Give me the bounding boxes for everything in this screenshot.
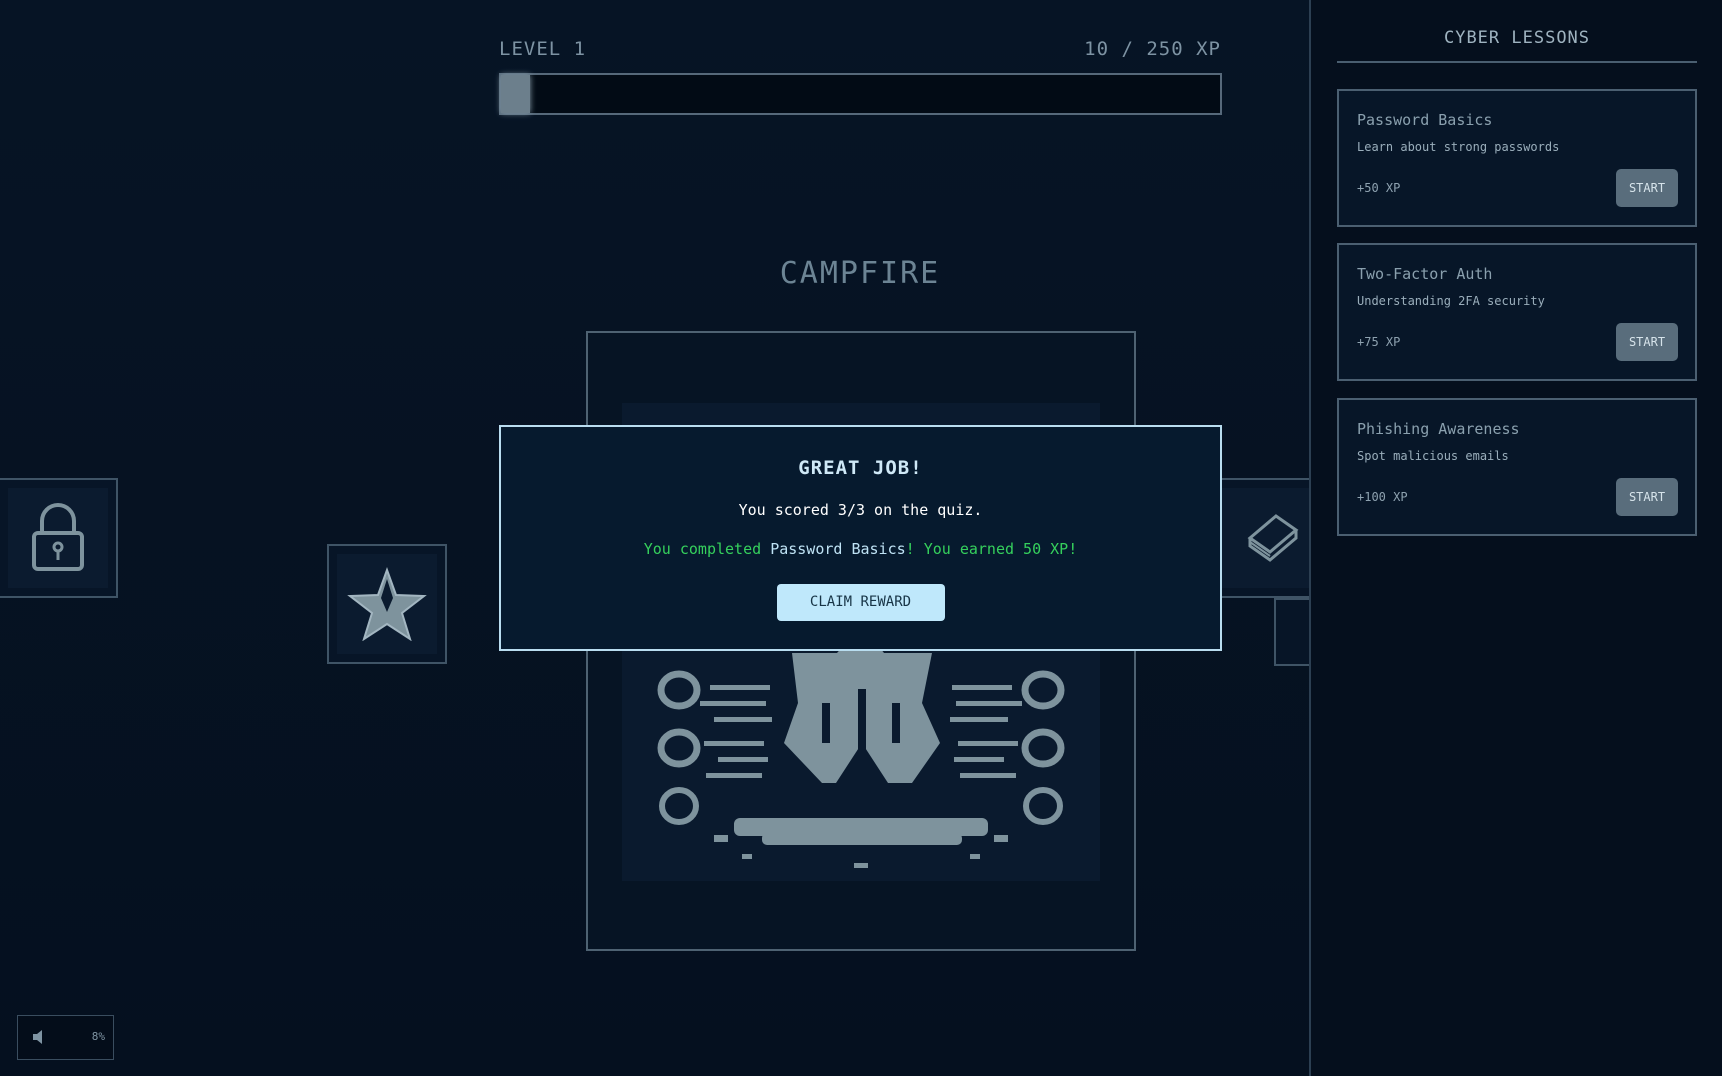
partial-tile[interactable] xyxy=(1274,598,1314,666)
scene-title: CAMPFIRE xyxy=(779,256,941,291)
start-lesson-button[interactable]: START xyxy=(1616,323,1678,361)
completed-lesson-name: Password Basics xyxy=(770,540,906,558)
xp-progress-bar xyxy=(499,73,1222,115)
volume-value: 8% xyxy=(91,1030,105,1043)
lesson-title: Password Basics xyxy=(1357,111,1493,129)
lesson-card-two-factor-auth: Two-Factor Auth Understanding 2FA securi… xyxy=(1337,243,1697,381)
sidebar-divider xyxy=(1337,61,1697,63)
volume-control[interactable]: 8% xyxy=(17,1015,114,1060)
lesson-description: Spot malicious emails xyxy=(1357,449,1509,463)
lesson-xp: +100 XP xyxy=(1357,490,1408,504)
quiz-score-text: You scored 3/3 on the quiz. xyxy=(738,501,983,519)
reward-modal: GREAT JOB! You scored 3/3 on the quiz. Y… xyxy=(499,425,1222,651)
lessons-sidebar: CYBER LESSONS Password Basics Learn abou… xyxy=(1309,0,1722,1076)
lock-icon xyxy=(32,503,84,571)
start-lesson-button[interactable]: START xyxy=(1616,169,1678,207)
start-lesson-button[interactable]: START xyxy=(1616,478,1678,516)
lesson-title: Phishing Awareness xyxy=(1357,420,1520,438)
xp-progress-fill xyxy=(501,75,530,113)
star-icon xyxy=(347,567,427,641)
completion-prefix: You completed xyxy=(643,540,771,558)
lesson-xp: +75 XP xyxy=(1357,335,1401,349)
lesson-xp: +50 XP xyxy=(1357,181,1401,195)
game-area: LEVEL 1 10 / 250 XP CAMPFIRE GREAT JOB! … xyxy=(0,0,1332,1076)
level-label: LEVEL 1 xyxy=(499,38,587,60)
xp-counter: 10 / 250 XP xyxy=(1084,38,1221,60)
lesson-description: Understanding 2FA security xyxy=(1357,294,1545,308)
book-icon xyxy=(1247,514,1299,562)
completion-message: You completed Password Basics! You earne… xyxy=(501,540,1220,558)
star-tile[interactable] xyxy=(327,544,447,664)
claim-reward-button[interactable]: CLAIM REWARD xyxy=(776,584,945,621)
lesson-description: Learn about strong passwords xyxy=(1357,140,1560,154)
lesson-card-password-basics: Password Basics Learn about strong passw… xyxy=(1337,89,1697,227)
lesson-card-phishing-awareness: Phishing Awareness Spot malicious emails… xyxy=(1337,398,1697,536)
sidebar-title: CYBER LESSONS xyxy=(1443,28,1591,48)
lock-tile[interactable] xyxy=(0,478,118,598)
lesson-title: Two-Factor Auth xyxy=(1357,265,1493,283)
modal-title: GREAT JOB! xyxy=(798,457,923,479)
speaker-icon xyxy=(33,1030,42,1044)
completion-suffix: ! You earned 50 XP! xyxy=(905,540,1078,558)
